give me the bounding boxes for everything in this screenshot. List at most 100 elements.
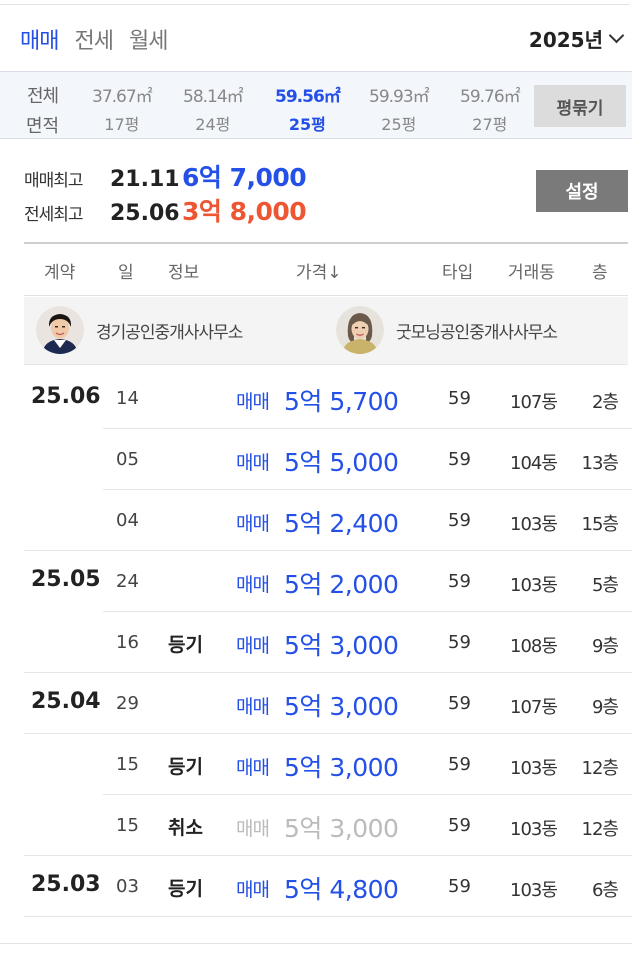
agent-item[interactable]: 굿모닝공인중개사사무소 — [336, 306, 558, 354]
row-day: 03 — [116, 876, 139, 897]
row-price: 5억 4,800 — [284, 875, 399, 904]
table-header: 계약 일 정보 가격↓ 타입 거래동 층 — [24, 242, 628, 296]
row-price: 5억 5,000 — [284, 448, 399, 477]
row-dong: 103동 — [510, 758, 558, 779]
row-deal-kind: 매매 — [236, 635, 270, 657]
row-info: 등기 — [168, 756, 203, 778]
row-floor: 9층 — [591, 697, 619, 718]
avatar — [336, 306, 384, 354]
area-pyeong: 24평 — [195, 115, 231, 134]
row-floor: 6층 — [591, 880, 619, 901]
row-deal-kind: 매매 — [236, 452, 270, 474]
year-selector[interactable]: 2025년 — [528, 24, 625, 53]
area-all[interactable]: 전체 면적 — [26, 82, 59, 138]
row-floor: 12층 — [581, 819, 619, 840]
row-floor: 9층 — [591, 636, 619, 657]
row-day: 16 — [116, 632, 139, 653]
tab-monthly-rent[interactable]: 월세 — [129, 23, 168, 55]
table-row[interactable]: 15 등기 매매 5억 3,000 59 103동 12층 — [0, 734, 632, 795]
header-dong: 거래동 — [508, 263, 555, 283]
row-floor: 12층 — [581, 758, 619, 779]
row-deal-kind: 매매 — [236, 696, 270, 718]
row-type: 59 — [448, 388, 471, 409]
row-day: 15 — [116, 754, 139, 775]
row-info: 취소 — [168, 817, 203, 839]
avatar — [36, 306, 84, 354]
row-month: 25.03 — [31, 872, 101, 897]
row-price: 5억 3,000 — [284, 753, 399, 782]
row-dong: 103동 — [510, 575, 558, 596]
table-row[interactable]: 25.03 03 등기 매매 5억 4,800 59 103동 6층 — [0, 856, 632, 917]
row-deal-kind: 매매 — [236, 879, 270, 901]
row-deal-kind: 매매 — [236, 513, 270, 535]
area-m2: 59.56㎡ — [275, 87, 341, 107]
table-row[interactable]: 25.06 14 매매 5억 5,700 59 107동 2층 — [0, 368, 632, 429]
settings-button[interactable]: 설정 — [536, 170, 628, 212]
sale-max-row: 매매최고 21.11 6억 7,000 — [24, 158, 307, 194]
area-option[interactable]: 59.76㎡ 27평 — [460, 82, 521, 135]
row-dong: 104동 — [510, 453, 558, 474]
agent-bar: 경기공인중개사사무소 굿모닝공인중개사사무소 — [24, 297, 628, 365]
row-day: 15 — [116, 815, 139, 836]
row-type: 59 — [448, 571, 471, 592]
row-day: 14 — [116, 388, 139, 409]
table-row[interactable]: 16 등기 매매 5억 3,000 59 108동 9층 — [0, 612, 632, 673]
row-info: 등기 — [168, 878, 203, 900]
bottom-divider — [0, 943, 632, 944]
header-contract: 계약 — [44, 263, 76, 283]
row-deal-kind: 매매 — [236, 391, 270, 413]
area-option[interactable]: 59.93㎡ 25평 — [369, 82, 430, 135]
jeonse-max-label: 전세최고 — [24, 205, 84, 225]
sale-max-price: 6억 7,000 — [182, 163, 307, 192]
real-estate-transaction-panel: 매매 전세 월세 2025년 전체 면적 37.67㎡ 17평 58.14㎡ 2… — [0, 0, 640, 955]
agent-name: 굿모닝공인중개사사무소 — [396, 322, 558, 343]
row-type: 59 — [448, 510, 471, 531]
table-row[interactable]: 05 매매 5억 5,000 59 104동 13층 — [0, 429, 632, 490]
header-info: 정보 — [168, 263, 200, 283]
row-deal-kind: 매매 — [236, 757, 270, 779]
table-row[interactable]: 25.05 24 매매 5억 2,000 59 103동 5층 — [0, 551, 632, 612]
row-price: 5억 2,000 — [284, 570, 399, 599]
row-dong: 107동 — [510, 392, 558, 413]
header-price-sort[interactable]: 가격↓ — [296, 258, 342, 283]
tab-sale[interactable]: 매매 — [20, 23, 59, 55]
table-row-cancelled[interactable]: 15 취소 매매 5억 3,000 59 103동 12층 — [0, 795, 632, 856]
table-row[interactable]: 25.04 29 매매 5억 3,000 59 107동 9층 — [0, 673, 632, 734]
area-option[interactable]: 37.67㎡ 17평 — [92, 82, 153, 135]
jeonse-max-date: 25.06 — [110, 201, 180, 226]
row-price: 5억 3,000 — [284, 692, 399, 721]
row-day: 04 — [116, 510, 139, 531]
tab-jeonse[interactable]: 전세 — [74, 23, 113, 55]
row-dong: 103동 — [510, 819, 558, 840]
table-row[interactable]: 04 매매 5억 2,400 59 103동 15층 — [0, 490, 632, 551]
row-day: 05 — [116, 449, 139, 470]
row-dong: 107동 — [510, 697, 558, 718]
header-type: 타입 — [442, 263, 474, 283]
jeonse-max-price: 3억 8,000 — [182, 197, 307, 226]
pyeong-group-button[interactable]: 평묶기 — [534, 85, 626, 127]
row-day: 24 — [116, 571, 139, 592]
row-type: 59 — [448, 876, 471, 897]
row-floor: 5층 — [591, 575, 619, 596]
area-pyeong: 27평 — [472, 115, 508, 134]
row-price: 5억 2,400 — [284, 509, 399, 538]
row-day: 29 — [116, 693, 139, 714]
area-option[interactable]: 58.14㎡ 24평 — [183, 82, 244, 135]
header-day: 일 — [118, 263, 134, 283]
row-dong: 103동 — [510, 880, 558, 901]
area-all-top: 전체 — [27, 86, 59, 107]
header-floor: 층 — [592, 263, 608, 283]
row-type: 59 — [448, 815, 471, 836]
area-option-selected[interactable]: 59.56㎡ 25평 — [275, 82, 341, 135]
row-type: 59 — [448, 632, 471, 653]
row-type: 59 — [448, 693, 471, 714]
year-label: 2025년 — [528, 28, 603, 52]
row-divider — [24, 916, 632, 917]
row-deal-kind: 매매 — [236, 818, 270, 840]
area-pyeong: 17평 — [104, 115, 140, 134]
row-floor: 15층 — [581, 514, 619, 535]
row-month: 25.06 — [31, 384, 101, 409]
row-price: 5억 3,000 — [284, 631, 399, 660]
agent-item[interactable]: 경기공인중개사사무소 — [36, 306, 243, 354]
area-pyeong: 25평 — [381, 115, 417, 134]
